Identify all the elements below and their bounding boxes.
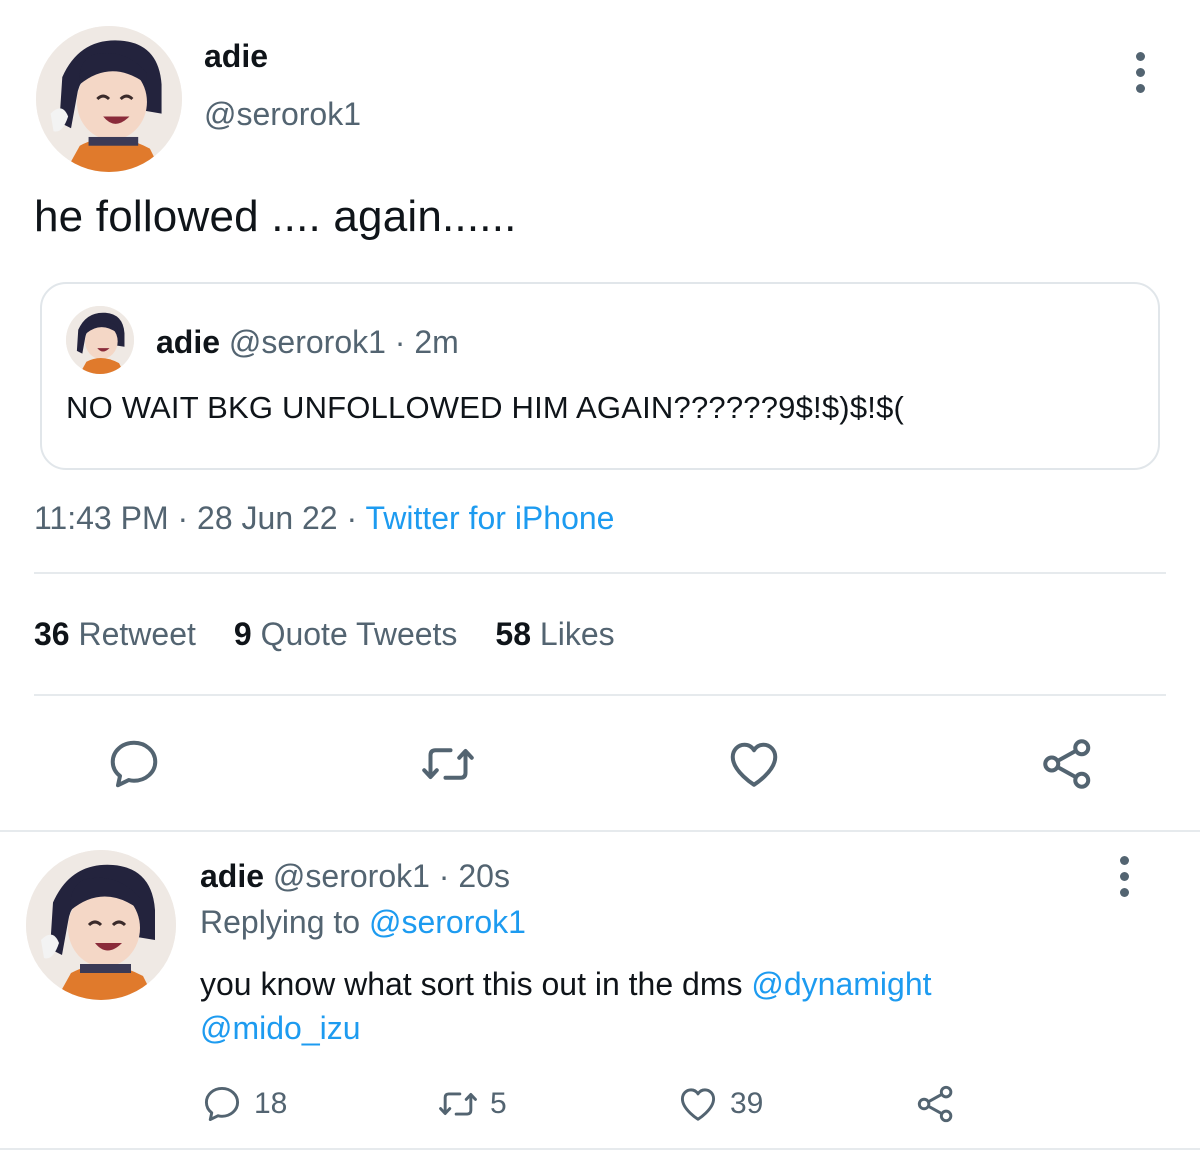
share-button[interactable] [1038,734,1098,794]
quoted-author-name: adie [156,324,221,360]
divider [34,694,1166,696]
quoted-meta: @serorok1 · 2m [228,324,459,360]
more-options-button[interactable] [1120,42,1160,102]
tweet-detail-page: adie @serorok1 he followed .... again...… [0,0,1200,1153]
reply-header: adie @serorok1 · 20s [200,858,510,895]
tweet-stats: 36 Retweet 9 Quote Tweets 58 Likes [34,616,615,653]
mention-link[interactable]: @dynamight [751,966,931,1002]
quote-tweets-count[interactable]: 9 Quote Tweets [234,616,458,653]
quoted-header: adie @serorok1 · 2m [156,324,459,361]
replying-to-link[interactable]: @serorok1 [369,904,526,940]
heart-icon [680,1088,716,1121]
more-icon [1119,855,1129,865]
divider [34,572,1166,574]
reply-count: 18 [254,1087,288,1120]
like-button[interactable]: 39 [676,1080,763,1128]
share-icon [917,1085,953,1123]
replying-to: Replying to @serorok1 [200,904,526,940]
like-count: 39 [730,1087,764,1120]
more-options-button[interactable] [1104,846,1144,906]
retweet-button[interactable] [418,734,478,794]
author-handle[interactable]: @serorok1 [204,96,361,133]
divider [0,1148,1200,1150]
tweet-text: he followed .... again...... [34,192,517,241]
retweet-icon [439,1092,477,1116]
tweet-timestamp: 11:43 PM · 28 Jun 22 · [34,500,366,536]
reply-icon [204,1086,240,1122]
reply-icon [110,740,158,788]
avatar-image [36,26,182,172]
divider [0,830,1200,832]
share-icon [1043,739,1091,789]
tweet-source-link[interactable]: Twitter for iPhone [365,500,614,536]
avatar-image [26,850,176,1000]
quoted-avatar [66,306,134,374]
retweet-icon [422,748,474,780]
reply-author-name[interactable]: adie [200,858,264,894]
likes-count[interactable]: 58 Likes [495,616,614,653]
retweet-count[interactable]: 36 Retweet [34,616,196,653]
reply-avatar[interactable] [26,850,176,1000]
quoted-tweet[interactable]: adie @serorok1 · 2m NO WAIT BKG UNFOLLOW… [40,282,1160,470]
avatar-image [66,306,134,374]
quoted-text: NO WAIT BKG UNFOLLOWED HIM AGAIN??????9$… [66,390,905,425]
reply-text: you know what sort this out in the dms @… [200,966,932,1046]
mention-link[interactable]: @mido_izu [200,1010,361,1046]
retweet-count: 5 [490,1087,507,1120]
like-button[interactable] [724,734,784,794]
author-name[interactable]: adie [204,38,268,75]
heart-icon [730,742,778,787]
more-icon [1135,51,1145,61]
reply-meta: @serorok1 · 20s [272,858,510,894]
reply-button[interactable]: 18 [200,1080,287,1128]
reply-button[interactable] [104,734,164,794]
tweet-meta: 11:43 PM · 28 Jun 22 · Twitter for iPhon… [34,500,614,537]
avatar[interactable] [36,26,182,172]
retweet-button[interactable]: 5 [436,1080,507,1128]
share-button[interactable] [914,1080,958,1128]
